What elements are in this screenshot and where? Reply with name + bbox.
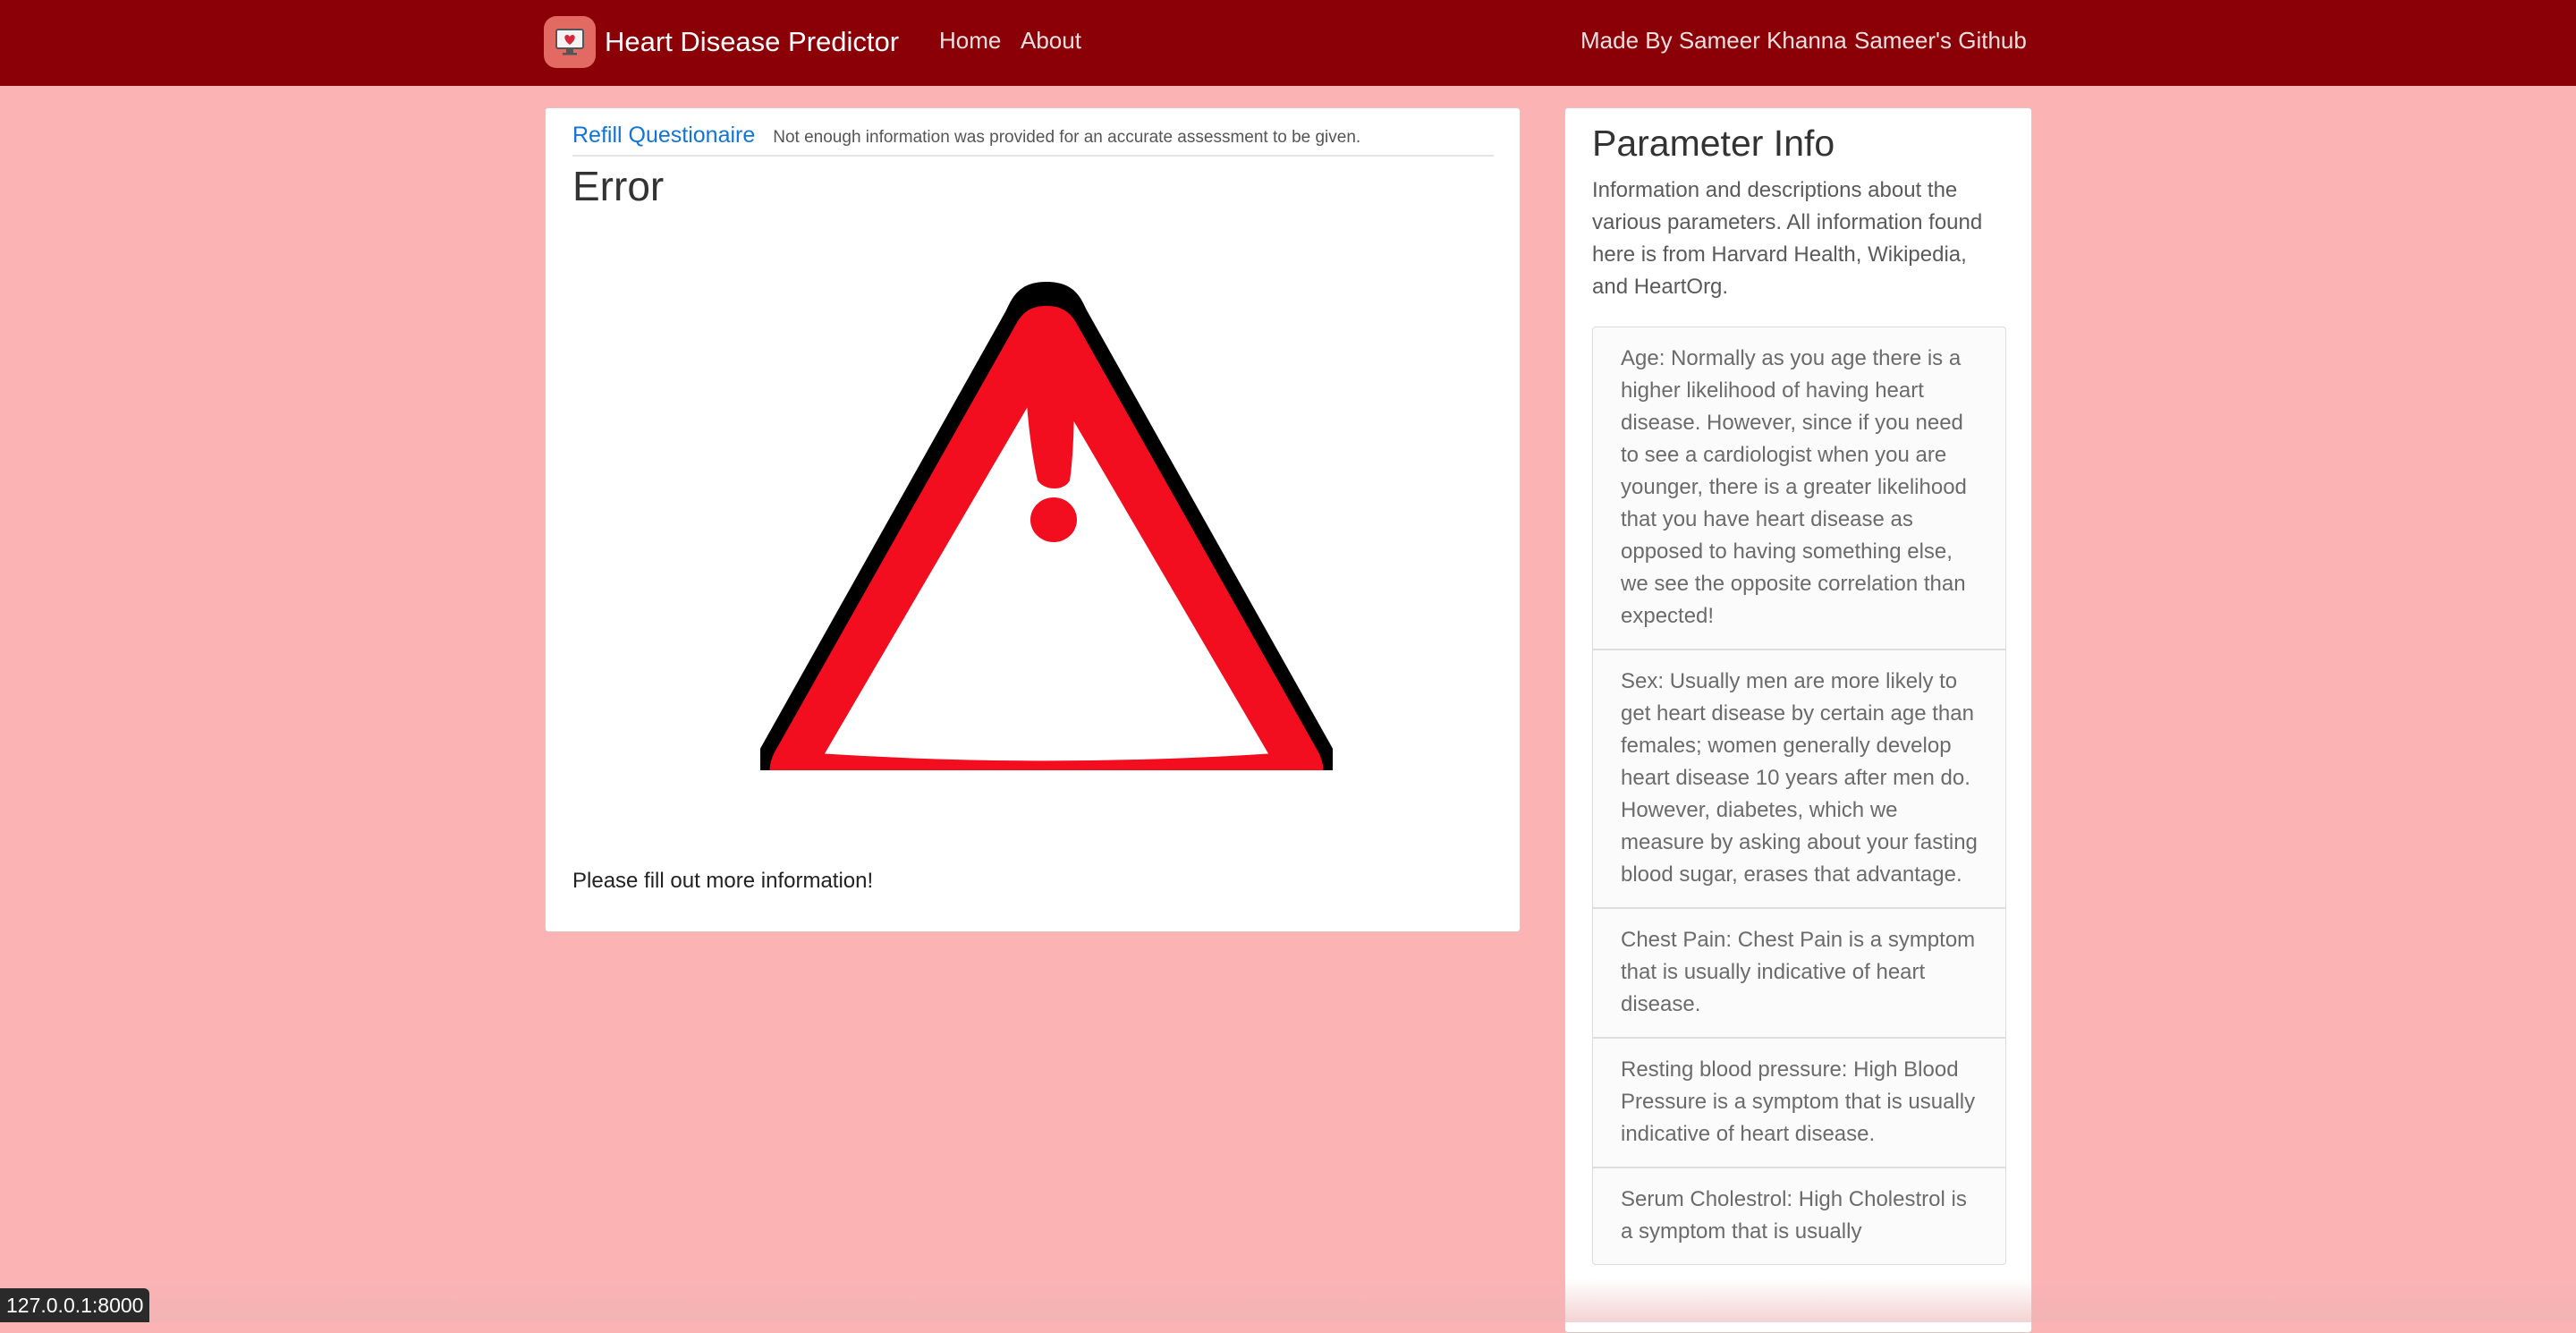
fill-more-message: Please fill out more information! — [572, 869, 874, 893]
refill-note: Not enough information was provided for … — [773, 128, 1361, 147]
parameter-item-resting-blood-pressure[interactable]: Resting blood pressure: High Blood Press… — [1593, 1039, 2005, 1168]
parameter-item-age[interactable]: Age: Normally as you age there is a high… — [1593, 327, 2005, 650]
monitor-heart-icon — [544, 16, 596, 68]
parameter-list: Age: Normally as you age there is a high… — [1592, 327, 2006, 1265]
nav-made-by-link[interactable]: Made By Sameer Khanna — [1580, 27, 1847, 55]
page-title: Error — [572, 163, 665, 209]
nav-github-link[interactable]: Sameer's Github — [1854, 27, 2027, 55]
refill-row: Refill Questionaire Not enough informati… — [572, 123, 1494, 157]
parameter-item-chest-pain[interactable]: Chest Pain: Chest Pain is a symptom that… — [1593, 909, 2005, 1039]
warning-triangle-icon — [747, 269, 1346, 824]
result-card: Refill Questionaire Not enough informati… — [545, 107, 1521, 932]
parameter-item-sex[interactable]: Sex: Usually men are more likely to get … — [1593, 650, 2005, 909]
status-bar-url: 127.0.0.1:8000 — [0, 1288, 150, 1322]
nav-about-link[interactable]: About — [1021, 27, 1081, 55]
parameter-info-card: Parameter Info Information and descripti… — [1564, 107, 2032, 1333]
brand-link[interactable]: Heart Disease Predictor — [544, 16, 899, 68]
parameter-info-title: Parameter Info — [1592, 123, 1835, 164]
brand-title: Heart Disease Predictor — [605, 26, 900, 57]
bottom-fade — [0, 1279, 2576, 1322]
parameter-info-description: Information and descriptions about the v… — [1592, 178, 1983, 299]
nav-home-link[interactable]: Home — [939, 27, 1001, 55]
parameter-item-serum-cholesterol[interactable]: Serum Cholestrol: High Cholestrol is a s… — [1593, 1168, 2005, 1264]
navbar: Heart Disease Predictor Home About Made … — [0, 0, 2576, 86]
refill-questionnaire-link[interactable]: Refill Questionaire — [572, 123, 755, 149]
